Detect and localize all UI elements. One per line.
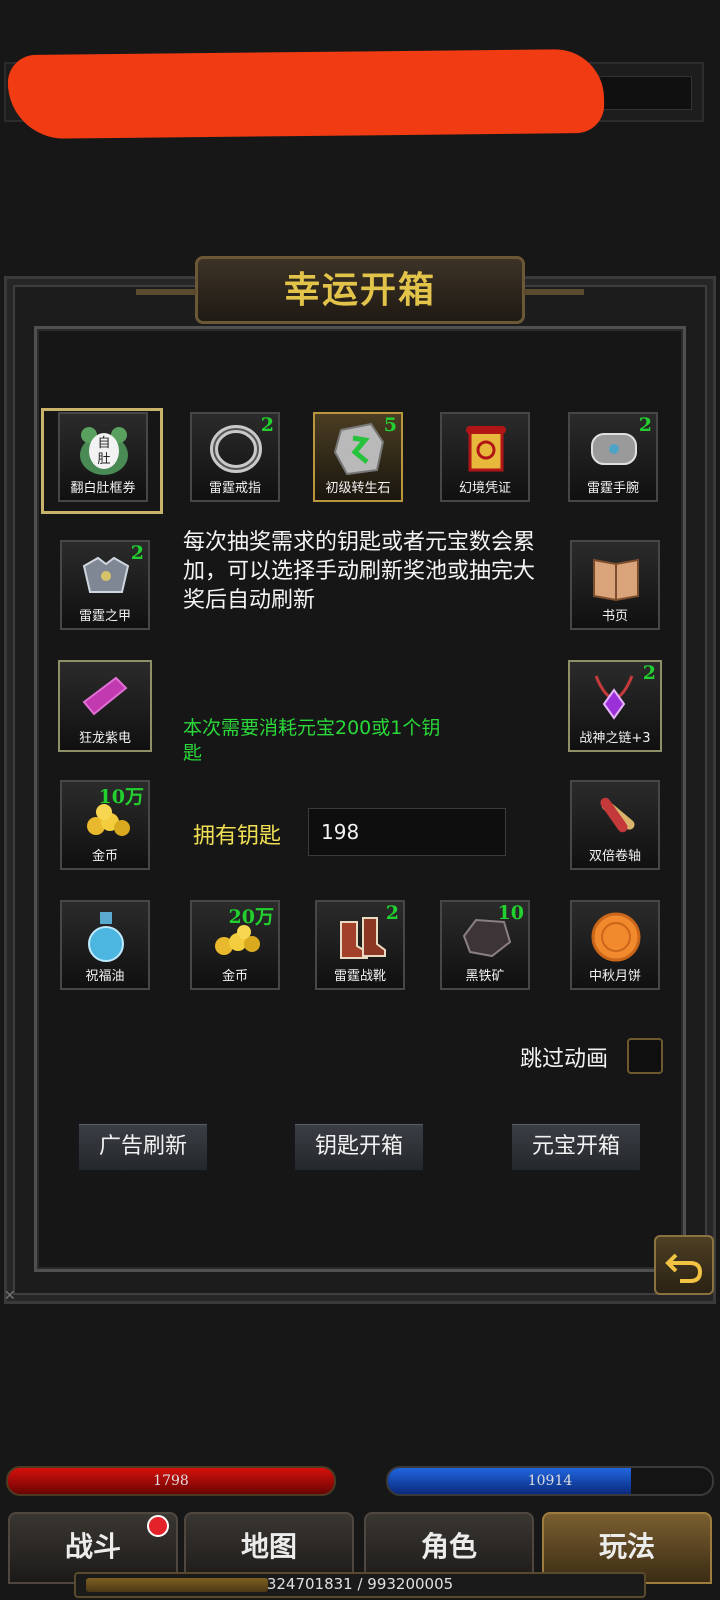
item-count: 2 [385, 902, 399, 924]
rules-info-text: 每次抽奖需求的钥匙或者元宝数会累加，可以选择手动刷新奖池或抽完大奖后自动刷新 [183, 530, 536, 613]
item-name: 中秋月饼 [588, 969, 641, 984]
item-slot-7[interactable]: 狂龙紫电 [58, 660, 152, 752]
back-arrow-icon [665, 1253, 703, 1283]
item-count: 5 [383, 414, 397, 436]
armor-icon [76, 550, 136, 604]
item-name: 双倍卷轴 [588, 849, 641, 864]
item-slot-4[interactable]: 2 雷霆手腕 [568, 412, 658, 502]
ingot-open-button[interactable]: 元宝开箱 [510, 1122, 642, 1172]
ring-icon [206, 422, 266, 476]
scroll-voucher-icon [456, 422, 516, 476]
hp-bar: 1798 [6, 1466, 336, 1496]
item-slot-13[interactable]: 2 雷霆战靴 [315, 900, 405, 990]
item-name: 雷霆战靴 [333, 969, 386, 984]
item-name: 幻境凭证 [458, 481, 511, 496]
item-slot-9[interactable]: 10万 金币 [60, 780, 150, 870]
item-name: 祝福油 [85, 969, 125, 984]
mooncake-icon [586, 910, 646, 964]
ad-refresh-button[interactable]: 广告刷新 [77, 1122, 209, 1172]
item-name: 狂龙紫电 [78, 731, 131, 746]
title-wing-left [136, 289, 196, 295]
item-slot-10[interactable]: 双倍卷轴 [570, 780, 660, 870]
title-wing-right [524, 289, 584, 295]
necklace-icon [584, 670, 644, 724]
keys-owned-value: 198 [308, 808, 506, 856]
item-name: 翻白肚框券 [70, 481, 136, 496]
item-name: 雷霆之甲 [78, 609, 131, 624]
boots-icon [331, 910, 391, 964]
exp-value: 324701831 / 993200005 [266, 1575, 454, 1593]
item-name: 金币 [221, 969, 248, 984]
title-plate: 幸运开箱 [136, 256, 584, 324]
item-name: 雷霆手腕 [586, 481, 639, 496]
item-name: 初级转生石 [325, 481, 391, 496]
item-slot-1[interactable]: 2 雷霆戒指 [190, 412, 280, 502]
item-name: 战神之链+3 [579, 731, 651, 746]
item-slot-3[interactable]: 幻境凭证 [440, 412, 530, 502]
potion-icon [76, 910, 136, 964]
item-slot-6[interactable]: 书页 [570, 540, 660, 630]
frog-icon-text-2: 肚 [97, 452, 110, 467]
item-name: 金币 [91, 849, 118, 864]
keys-owned-label: 拥有钥匙 [193, 824, 282, 849]
skip-animation-label: 跳过动画 [520, 1047, 609, 1072]
item-slot-14[interactable]: 10 黑铁矿 [440, 900, 530, 990]
double-scroll-icon [586, 790, 646, 844]
item-count: 10 [497, 902, 524, 924]
item-slot-15[interactable]: 中秋月饼 [570, 900, 660, 990]
frog-coupon-icon: 自 肚 [74, 422, 134, 476]
redaction-overlay [7, 48, 605, 140]
book-page-icon [586, 550, 646, 604]
item-slot-12[interactable]: 20万 金币 [190, 900, 280, 990]
bracer-icon [584, 422, 644, 476]
rune-stone-icon [329, 422, 389, 476]
purple-blade-icon [74, 670, 134, 724]
cost-text: 本次需要消耗元宝200或1个钥匙 [183, 717, 441, 764]
item-name: 书页 [601, 609, 628, 624]
item-count: 20万 [228, 906, 274, 928]
page-title: 幸运开箱 [283, 269, 436, 311]
item-name: 雷霆戒指 [208, 481, 261, 496]
mp-value: 10914 [527, 1473, 573, 1489]
item-slot-8[interactable]: 2 战神之链+3 [568, 660, 662, 752]
item-name: 黑铁矿 [465, 969, 505, 984]
item-slot-11[interactable]: 祝福油 [60, 900, 150, 990]
item-count: 2 [130, 542, 144, 564]
frog-icon-text-1: 自 [97, 436, 110, 451]
hp-value: 1798 [153, 1473, 189, 1489]
item-count: 2 [642, 662, 656, 684]
item-count: 2 [260, 414, 274, 436]
item-slot-5[interactable]: 2 雷霆之甲 [60, 540, 150, 630]
panel-corner-mark: ✕ [4, 1288, 16, 1304]
item-count: 10万 [98, 786, 144, 808]
key-open-button[interactable]: 钥匙开箱 [293, 1122, 425, 1172]
header-right-box [590, 76, 692, 110]
item-slot-0[interactable]: 自 肚 翻白肚框券 [58, 412, 148, 502]
item-slot-2[interactable]: 5 初级转生石 [313, 412, 403, 502]
notification-dot [147, 1515, 169, 1537]
skip-animation-checkbox[interactable] [627, 1038, 663, 1074]
back-button[interactable] [654, 1235, 714, 1295]
item-count: 2 [638, 414, 652, 436]
